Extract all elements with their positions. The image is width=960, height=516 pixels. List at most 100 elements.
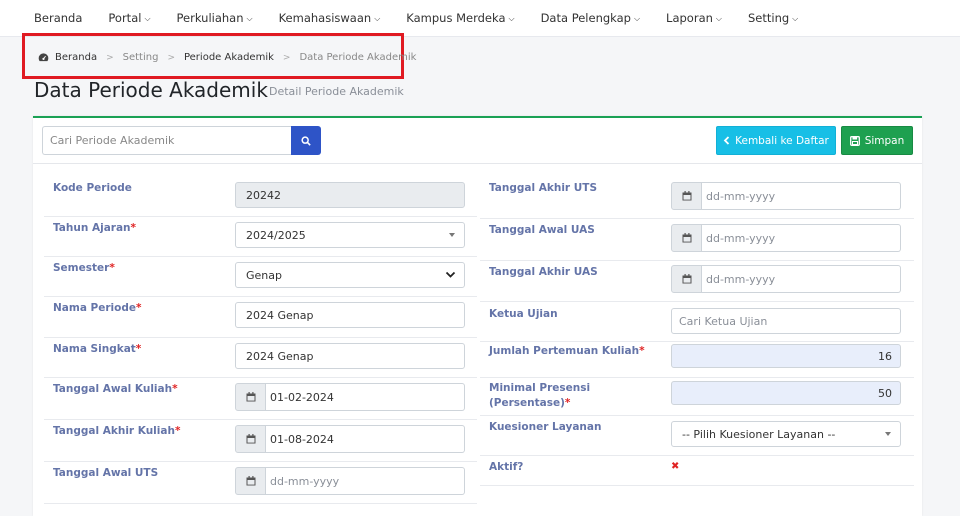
tgl-akhir-kuliah-input[interactable]: 01-08-2024 bbox=[266, 425, 465, 453]
breadcrumb-beranda[interactable]: Beranda bbox=[55, 52, 97, 63]
nav-data-pelengkap[interactable]: Data Pelengkap ⌵ bbox=[541, 11, 640, 25]
label-tgl-akhir-uas: Tanggal Akhir UAS bbox=[489, 266, 598, 278]
tgl-akhir-uts-input[interactable]: dd-mm-yyyy bbox=[702, 182, 901, 210]
semester-select[interactable]: Genap bbox=[235, 262, 465, 288]
row-kuesioner: Kuesioner Layanan -- Pilih Kuesioner Lay… bbox=[480, 416, 914, 456]
inactive-x-icon[interactable]: ✖ bbox=[671, 461, 679, 472]
dropdown-caret-icon bbox=[885, 432, 891, 436]
calendar-icon[interactable] bbox=[671, 265, 702, 293]
label-semester: Semester* bbox=[53, 262, 115, 274]
nama-periode-value: 2024 Genap bbox=[246, 308, 314, 322]
save-button-label: Simpan bbox=[864, 134, 905, 147]
chevron-down-icon bbox=[445, 271, 456, 278]
row-tgl-akhir-kuliah: Tanggal Akhir Kuliah* 01-08-2024 bbox=[44, 420, 477, 462]
jumlah-pertemuan-value: 16 bbox=[878, 349, 892, 363]
tgl-akhir-kuliah-value: 01-08-2024 bbox=[270, 432, 334, 446]
label-ketua-ujian: Ketua Ujian bbox=[489, 308, 558, 320]
nav-kampus-merdeka[interactable]: Kampus Merdeka ⌵ bbox=[406, 11, 514, 25]
tgl-akhir-uts-placeholder: dd-mm-yyyy bbox=[706, 189, 776, 203]
row-jumlah-pertemuan: Jumlah Pertemuan Kuliah* 16 bbox=[480, 342, 914, 378]
nav-laporan[interactable]: Laporan ⌵ bbox=[666, 11, 722, 25]
nama-singkat-value: 2024 Genap bbox=[246, 349, 314, 363]
chevron-down-icon: ⌵ bbox=[246, 14, 253, 23]
nama-periode-input[interactable]: 2024 Genap bbox=[235, 302, 465, 328]
tgl-awal-kuliah-input[interactable]: 01-02-2024 bbox=[266, 383, 465, 411]
breadcrumb-separator: > bbox=[106, 52, 114, 63]
label-tgl-awal-uts: Tanggal Awal UTS bbox=[53, 467, 159, 479]
card-toolbar: Kembali ke Daftar Simpan bbox=[33, 118, 922, 164]
jumlah-pertemuan-input[interactable]: 16 bbox=[671, 344, 901, 368]
label-kuesioner: Kuesioner Layanan bbox=[489, 421, 602, 433]
row-tgl-akhir-uas: Tanggal Akhir UAS dd-mm-yyyy bbox=[480, 261, 914, 302]
tgl-awal-kuliah-group: 01-02-2024 bbox=[235, 383, 465, 411]
row-minimal-presensi: Minimal Presensi (Persentase)* 50 bbox=[480, 378, 914, 416]
row-nama-periode: Nama Periode* 2024 Genap bbox=[44, 297, 477, 338]
row-nama-singkat: Nama Singkat* 2024 Genap bbox=[44, 338, 477, 378]
row-ketua-ujian: Ketua Ujian Cari Ketua Ujian bbox=[480, 302, 914, 342]
calendar-icon[interactable] bbox=[235, 425, 266, 453]
tgl-awal-uts-placeholder: dd-mm-yyyy bbox=[270, 474, 340, 488]
ketua-ujian-input[interactable]: Cari Ketua Ujian bbox=[671, 308, 901, 334]
semester-value: Genap bbox=[246, 268, 282, 282]
search-input[interactable] bbox=[42, 126, 292, 155]
chevron-down-icon: ⌵ bbox=[715, 14, 722, 23]
label-tgl-akhir-uts: Tanggal Akhir UTS bbox=[489, 182, 598, 194]
label-nama-periode: Nama Periode* bbox=[53, 302, 142, 314]
nav-portal[interactable]: Portal ⌵ bbox=[108, 11, 150, 25]
label-aktif: Aktif? bbox=[489, 461, 524, 473]
dropdown-caret-icon bbox=[449, 233, 455, 237]
calendar-icon[interactable] bbox=[671, 182, 702, 210]
nav-beranda[interactable]: Beranda bbox=[34, 11, 82, 25]
tgl-akhir-uts-group: dd-mm-yyyy bbox=[671, 182, 901, 210]
save-icon bbox=[849, 135, 860, 146]
row-tgl-awal-uts: Tanggal Awal UTS dd-mm-yyyy bbox=[44, 462, 477, 504]
tgl-awal-uas-group: dd-mm-yyyy bbox=[671, 224, 901, 252]
search-button[interactable] bbox=[291, 126, 321, 155]
tgl-awal-uas-placeholder: dd-mm-yyyy bbox=[706, 231, 776, 245]
calendar-icon[interactable] bbox=[235, 383, 266, 411]
row-tgl-akhir-uts: Tanggal Akhir UTS dd-mm-yyyy bbox=[480, 172, 914, 219]
row-aktif: Aktif? ✖ bbox=[480, 456, 914, 486]
label-tgl-akhir-kuliah: Tanggal Akhir Kuliah* bbox=[53, 425, 181, 437]
label-tgl-awal-uas: Tanggal Awal UAS bbox=[489, 224, 595, 236]
row-tahun-ajaran: Tahun Ajaran* 2024/2025 bbox=[44, 217, 477, 257]
chevron-down-icon: ⌵ bbox=[508, 14, 515, 23]
chevron-down-icon: ⌵ bbox=[792, 14, 799, 23]
breadcrumb-setting[interactable]: Setting bbox=[123, 52, 159, 63]
nav-perkuliahan[interactable]: Perkuliahan ⌵ bbox=[177, 11, 253, 25]
tgl-akhir-uas-group: dd-mm-yyyy bbox=[671, 265, 901, 293]
dashboard-icon bbox=[38, 53, 49, 62]
ketua-ujian-placeholder: Cari Ketua Ujian bbox=[679, 314, 768, 328]
top-navbar: Beranda Portal ⌵ Perkuliahan ⌵ Kemahasiswa… bbox=[0, 0, 960, 37]
kuesioner-select[interactable]: -- Pilih Kuesioner Layanan -- bbox=[671, 421, 901, 447]
tgl-awal-uts-input[interactable]: dd-mm-yyyy bbox=[266, 467, 465, 495]
form-card: Kembali ke Daftar Simpan Kode Periode 20… bbox=[33, 116, 922, 516]
nav-kemahasiswaan[interactable]: Kemahasiswaan ⌵ bbox=[279, 11, 381, 25]
kuesioner-value: -- Pilih Kuesioner Layanan -- bbox=[682, 427, 836, 441]
chevron-down-icon: ⌵ bbox=[144, 14, 151, 23]
row-tgl-awal-kuliah: Tanggal Awal Kuliah* 01-02-2024 bbox=[44, 378, 477, 420]
back-to-list-button[interactable]: Kembali ke Daftar bbox=[716, 126, 836, 155]
nama-singkat-input[interactable]: 2024 Genap bbox=[235, 343, 465, 369]
row-kode-periode: Kode Periode 20242 bbox=[44, 172, 477, 217]
breadcrumb: Beranda > Setting > Periode Akademik > D… bbox=[38, 52, 416, 63]
label-tahun-ajaran: Tahun Ajaran* bbox=[53, 222, 137, 234]
save-button[interactable]: Simpan bbox=[841, 126, 913, 155]
tahun-ajaran-value: 2024/2025 bbox=[246, 228, 306, 242]
breadcrumb-separator: > bbox=[282, 52, 291, 63]
nav-setting[interactable]: Setting ⌵ bbox=[748, 11, 798, 25]
label-kode-periode: Kode Periode bbox=[53, 182, 132, 194]
page-title: Data Periode Akademik bbox=[34, 78, 268, 102]
breadcrumb-separator: > bbox=[167, 52, 175, 63]
label-minimal-presensi: Minimal Presensi (Persentase)* bbox=[489, 382, 591, 409]
tgl-awal-uas-input[interactable]: dd-mm-yyyy bbox=[702, 224, 901, 252]
tgl-akhir-uas-input[interactable]: dd-mm-yyyy bbox=[702, 265, 901, 293]
kode-periode-value: 20242 bbox=[246, 188, 281, 202]
search-icon bbox=[301, 135, 311, 146]
breadcrumb-periode-akademik[interactable]: Periode Akademik bbox=[184, 52, 274, 63]
calendar-icon[interactable] bbox=[671, 224, 702, 252]
minimal-presensi-input[interactable]: 50 bbox=[671, 381, 901, 405]
tahun-ajaran-select[interactable]: 2024/2025 bbox=[235, 222, 465, 248]
calendar-icon[interactable] bbox=[235, 467, 266, 495]
label-tgl-awal-kuliah: Tanggal Awal Kuliah* bbox=[53, 383, 178, 395]
